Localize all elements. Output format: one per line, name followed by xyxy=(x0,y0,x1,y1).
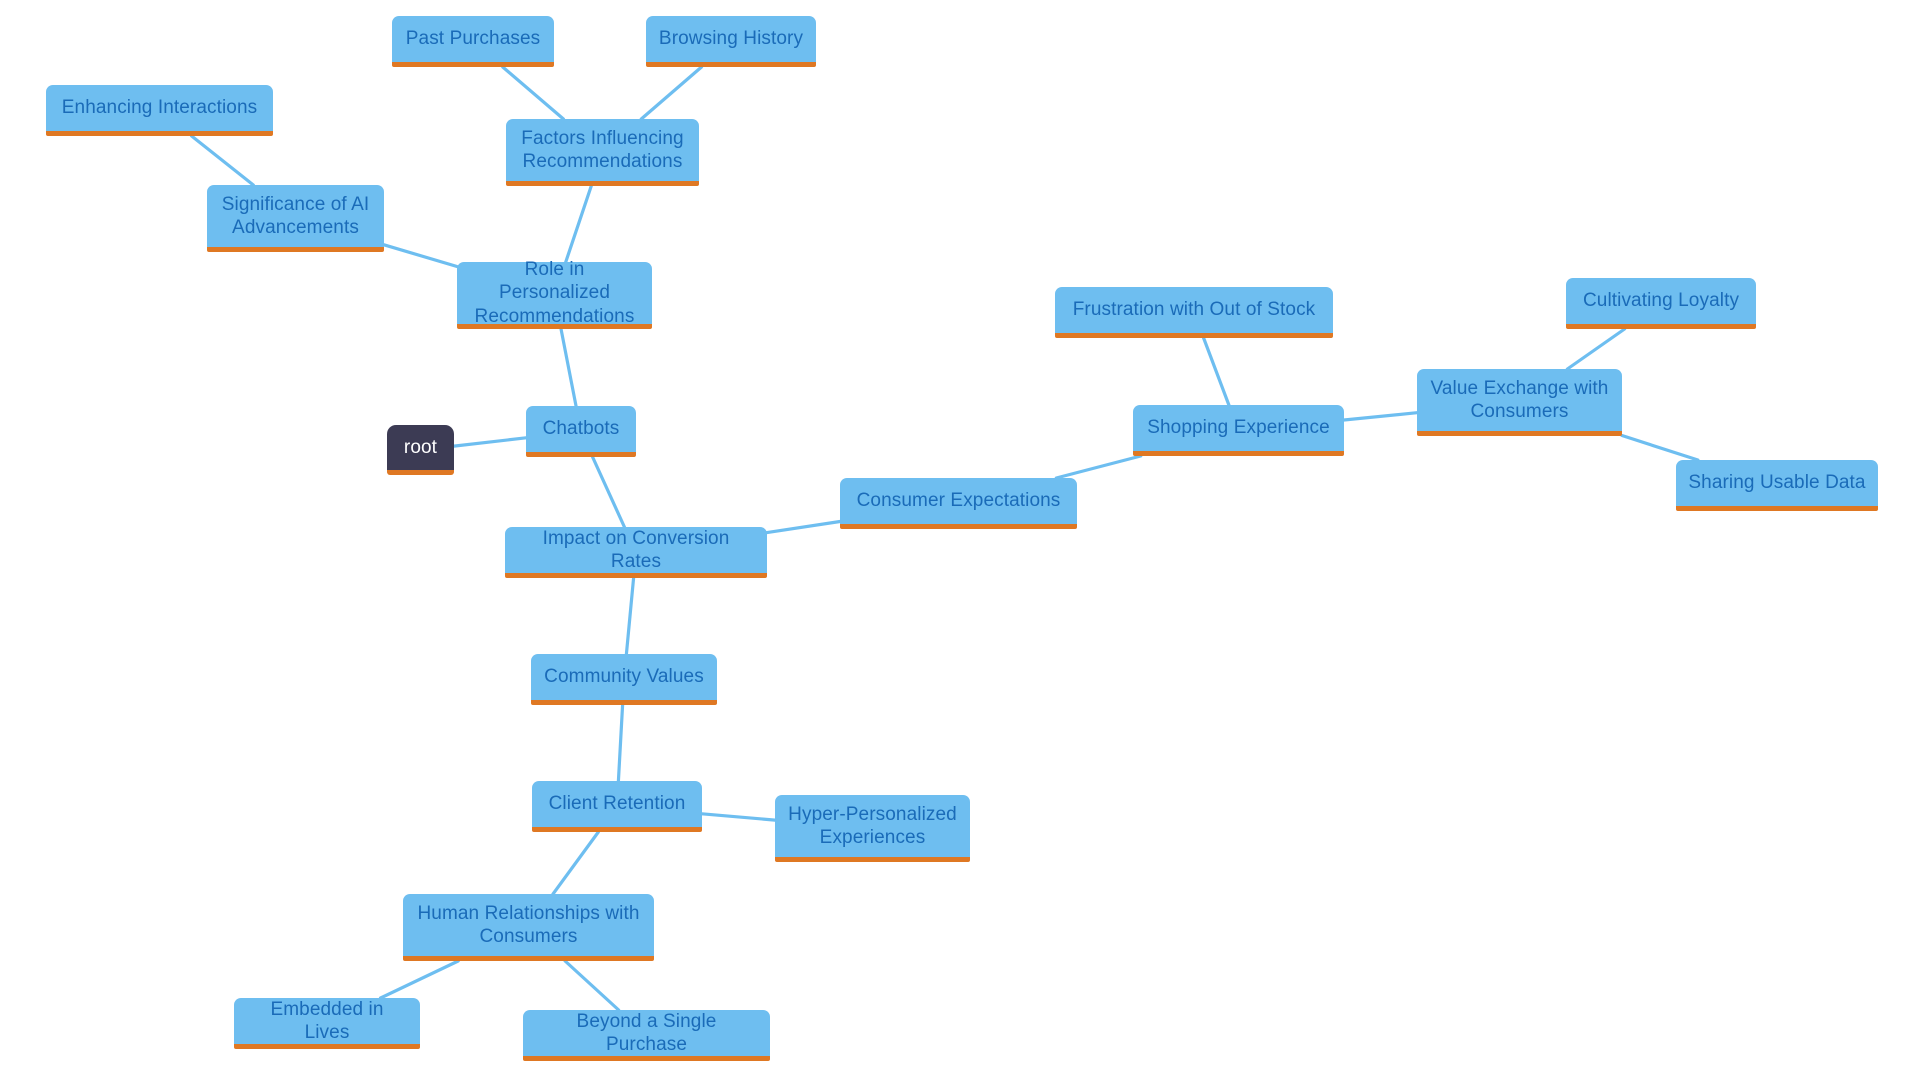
node-label: Past Purchases xyxy=(405,28,541,50)
mindmap-node-frustration[interactable]: Frustration with Out of Stock xyxy=(1055,287,1333,338)
mindmap-edge-shopping-to-valueex xyxy=(1342,411,1419,422)
node-label: Community Values xyxy=(544,666,704,688)
mindmap-edge-retention-to-human xyxy=(551,830,600,896)
mindmap-node-loyalty[interactable]: Cultivating Loyalty xyxy=(1566,278,1756,329)
mindmap-edge-factors-to-past xyxy=(501,65,566,121)
mindmap-edge-impact-to-community xyxy=(624,576,636,656)
node-label: Role in Personalized Recommendations xyxy=(474,259,635,327)
mindmap-edge-root-to-chatbots xyxy=(452,436,528,448)
node-label: Consumer Expectations xyxy=(856,490,1061,512)
node-label: Shopping Experience xyxy=(1147,417,1330,439)
mindmap-node-chatbots[interactable]: Chatbots xyxy=(526,406,636,457)
node-label: Impact on Conversion Rates xyxy=(542,527,730,572)
mindmap-edge-role-to-factors xyxy=(564,184,593,264)
node-label: Frustration with Out of Stock xyxy=(1072,299,1316,321)
node-label: Human Relationships with Consumers xyxy=(417,902,640,947)
mindmap-node-past[interactable]: Past Purchases xyxy=(392,16,554,67)
node-label: Beyond a Single Purchase xyxy=(576,1010,717,1055)
mindmap-node-significance[interactable]: Significance of AI Advancements xyxy=(207,185,384,252)
mindmap-node-enhancing[interactable]: Enhancing Interactions xyxy=(46,85,273,136)
node-label: Factors Influencing Recommendations xyxy=(521,127,684,172)
mindmap-edge-role-to-significance xyxy=(382,243,459,269)
mindmap-edge-human-to-beyond xyxy=(563,959,621,1012)
mindmap-node-retention[interactable]: Client Retention xyxy=(532,781,702,832)
mindmap-canvas: root Chatbots Role in Personalized Recomme… xyxy=(0,0,1920,1080)
mindmap-node-community[interactable]: Community Values xyxy=(531,654,717,705)
mindmap-edge-shopping-to-frustration xyxy=(1202,336,1231,407)
mindmap-edge-factors-to-browsing xyxy=(639,65,704,121)
node-label: Client Retention xyxy=(548,793,686,815)
mindmap-edge-chatbots-to-impact xyxy=(590,455,627,529)
mindmap-node-valueex[interactable]: Value Exchange with Consumers xyxy=(1417,369,1622,436)
mindmap-node-sharing[interactable]: Sharing Usable Data xyxy=(1676,460,1878,511)
mindmap-node-expect[interactable]: Consumer Expectations xyxy=(840,478,1077,529)
node-label: Browsing History xyxy=(658,28,804,50)
mindmap-node-hyper[interactable]: Hyper-Personalized Experiences xyxy=(775,795,970,862)
mindmap-edge-human-to-embedded xyxy=(378,959,460,1000)
node-label: Chatbots xyxy=(542,418,620,440)
mindmap-root-node[interactable]: root xyxy=(387,425,454,475)
node-label: Enhancing Interactions xyxy=(61,97,258,119)
node-label: root xyxy=(403,436,438,458)
mindmap-edge-significance-to-enhancing xyxy=(190,134,255,187)
mindmap-edge-valueex-to-loyalty xyxy=(1565,327,1627,371)
node-label: Embedded in Lives xyxy=(270,998,384,1043)
mindmap-node-embedded[interactable]: Embedded in Lives xyxy=(234,998,420,1049)
mindmap-edge-chatbots-to-role xyxy=(559,327,578,408)
edge-layer xyxy=(190,65,1700,1012)
mindmap-node-role[interactable]: Role in Personalized Recommendations xyxy=(457,259,652,329)
node-label: Hyper-Personalized Experiences xyxy=(788,803,957,848)
mindmap-edge-expect-to-shopping xyxy=(1054,454,1143,480)
node-label: Cultivating Loyalty xyxy=(1582,290,1740,312)
mindmap-edge-community-to-retention xyxy=(616,703,625,783)
node-label: Sharing Usable Data xyxy=(1688,472,1866,494)
mindmap-edge-valueex-to-sharing xyxy=(1620,433,1700,462)
mindmap-edge-impact-to-expect xyxy=(765,519,842,535)
mindmap-node-shopping[interactable]: Shopping Experience xyxy=(1133,405,1344,456)
mindmap-node-beyond[interactable]: Beyond a Single Purchase xyxy=(523,1010,770,1061)
mindmap-node-human[interactable]: Human Relationships with Consumers xyxy=(403,894,654,961)
mindmap-edge-retention-to-hyper xyxy=(700,812,777,822)
node-label: Significance of AI Advancements xyxy=(221,193,370,238)
mindmap-node-browsing[interactable]: Browsing History xyxy=(646,16,816,67)
mindmap-node-factors[interactable]: Factors Influencing Recommendations xyxy=(506,119,699,186)
mindmap-node-impact[interactable]: Impact on Conversion Rates xyxy=(505,527,767,578)
node-label: Value Exchange with Consumers xyxy=(1430,377,1609,422)
